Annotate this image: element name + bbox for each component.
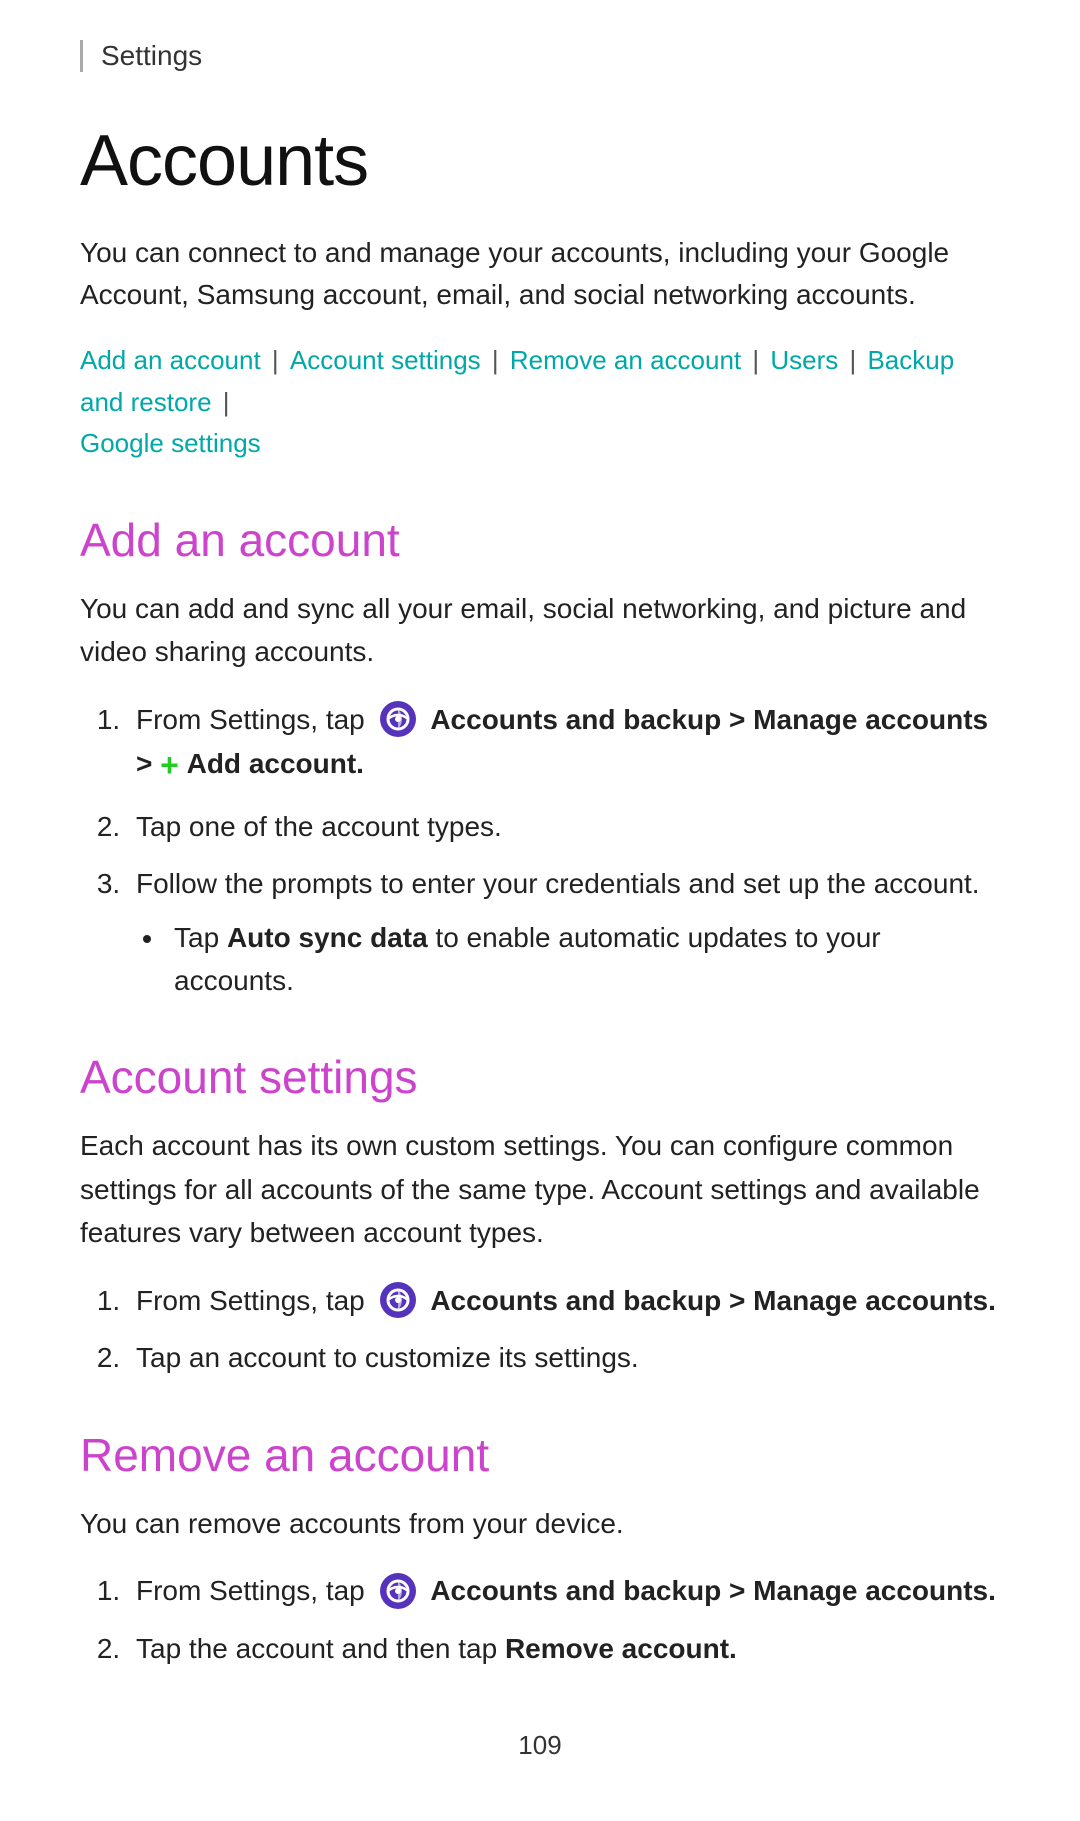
nav-link-users[interactable]: Users (770, 345, 838, 375)
section-title-add-account: Add an account (80, 513, 1000, 567)
add-account-bullets: Tap Auto sync data to enable automatic u… (166, 916, 1000, 1003)
section-intro-account-settings: Each account has its own custom settings… (80, 1124, 1000, 1254)
section-intro-remove-account: You can remove accounts from your device… (80, 1502, 1000, 1545)
section-title-remove-account: Remove an account (80, 1428, 1000, 1482)
account-settings-step-2: Tap an account to customize its settings… (128, 1336, 1000, 1379)
ra-step1-bold: Accounts and backup > Manage accounts. (430, 1575, 996, 1606)
ra-step2-text-before: Tap the account and then tap (136, 1633, 505, 1664)
section-account-settings: Account settings Each account has its ow… (80, 1050, 1000, 1379)
add-account-steps: From Settings, tap Accounts and backup >… (128, 698, 1000, 1003)
nav-link-remove-account[interactable]: Remove an account (510, 345, 741, 375)
ra-step2-bold: Remove account. (505, 1633, 737, 1664)
nav-link-account-settings[interactable]: Account settings (290, 345, 481, 375)
step1-text-before: From Settings, tap (136, 704, 373, 735)
section-intro-add-account: You can add and sync all your email, soc… (80, 587, 1000, 674)
add-account-step-3: Follow the prompts to enter your credent… (128, 862, 1000, 1002)
add-account-step-1: From Settings, tap Accounts and backup >… (128, 698, 1000, 791)
step2-text: Tap one of the account types. (136, 811, 502, 842)
page-title: Accounts (80, 120, 1000, 202)
bullet-text-before: Tap (174, 922, 227, 953)
plus-icon-1: + (160, 747, 179, 783)
step3-text: Follow the prompts to enter your credent… (136, 868, 980, 899)
intro-paragraph: You can connect to and manage your accou… (80, 232, 1000, 316)
as-step1-bold: Accounts and backup > Manage accounts. (430, 1285, 996, 1316)
breadcrumb: Settings (80, 40, 1000, 72)
remove-account-step-1: From Settings, tap Accounts and backup >… (128, 1569, 1000, 1613)
ra-step1-text-before: From Settings, tap (136, 1575, 373, 1606)
nav-separator-2: | (485, 345, 506, 375)
as-step1-text-before: From Settings, tap (136, 1285, 373, 1316)
accounts-backup-icon-3 (378, 1571, 418, 1611)
accounts-backup-icon-2 (378, 1280, 418, 1320)
section-add-account: Add an account You can add and sync all … (80, 513, 1000, 1003)
section-remove-account: Remove an account You can remove account… (80, 1428, 1000, 1670)
remove-account-steps: From Settings, tap Accounts and backup >… (128, 1569, 1000, 1670)
bullet-bold: Auto sync data (227, 922, 428, 953)
account-settings-steps: From Settings, tap Accounts and backup >… (128, 1279, 1000, 1380)
add-account-step-2: Tap one of the account types. (128, 805, 1000, 848)
nav-separator-1: | (265, 345, 286, 375)
nav-links: Add an account | Account settings | Remo… (80, 340, 1000, 465)
step1-add-account-label: Add account. (187, 748, 364, 779)
nav-link-add-account[interactable]: Add an account (80, 345, 261, 375)
nav-link-google-settings[interactable]: Google settings (80, 428, 261, 458)
bullet-auto-sync: Tap Auto sync data to enable automatic u… (166, 916, 1000, 1003)
accounts-backup-icon-1 (378, 699, 418, 739)
breadcrumb-text: Settings (101, 40, 202, 71)
remove-account-step-2: Tap the account and then tap Remove acco… (128, 1627, 1000, 1670)
account-settings-step-1: From Settings, tap Accounts and backup >… (128, 1279, 1000, 1323)
page-number: 109 (518, 1730, 561, 1760)
section-title-account-settings: Account settings (80, 1050, 1000, 1104)
as-step2-text: Tap an account to customize its settings… (136, 1342, 639, 1373)
nav-separator-3: | (745, 345, 766, 375)
nav-separator-4: | (842, 345, 863, 375)
page-footer: 109 (80, 1730, 1000, 1761)
nav-separator-5: | (216, 387, 230, 417)
